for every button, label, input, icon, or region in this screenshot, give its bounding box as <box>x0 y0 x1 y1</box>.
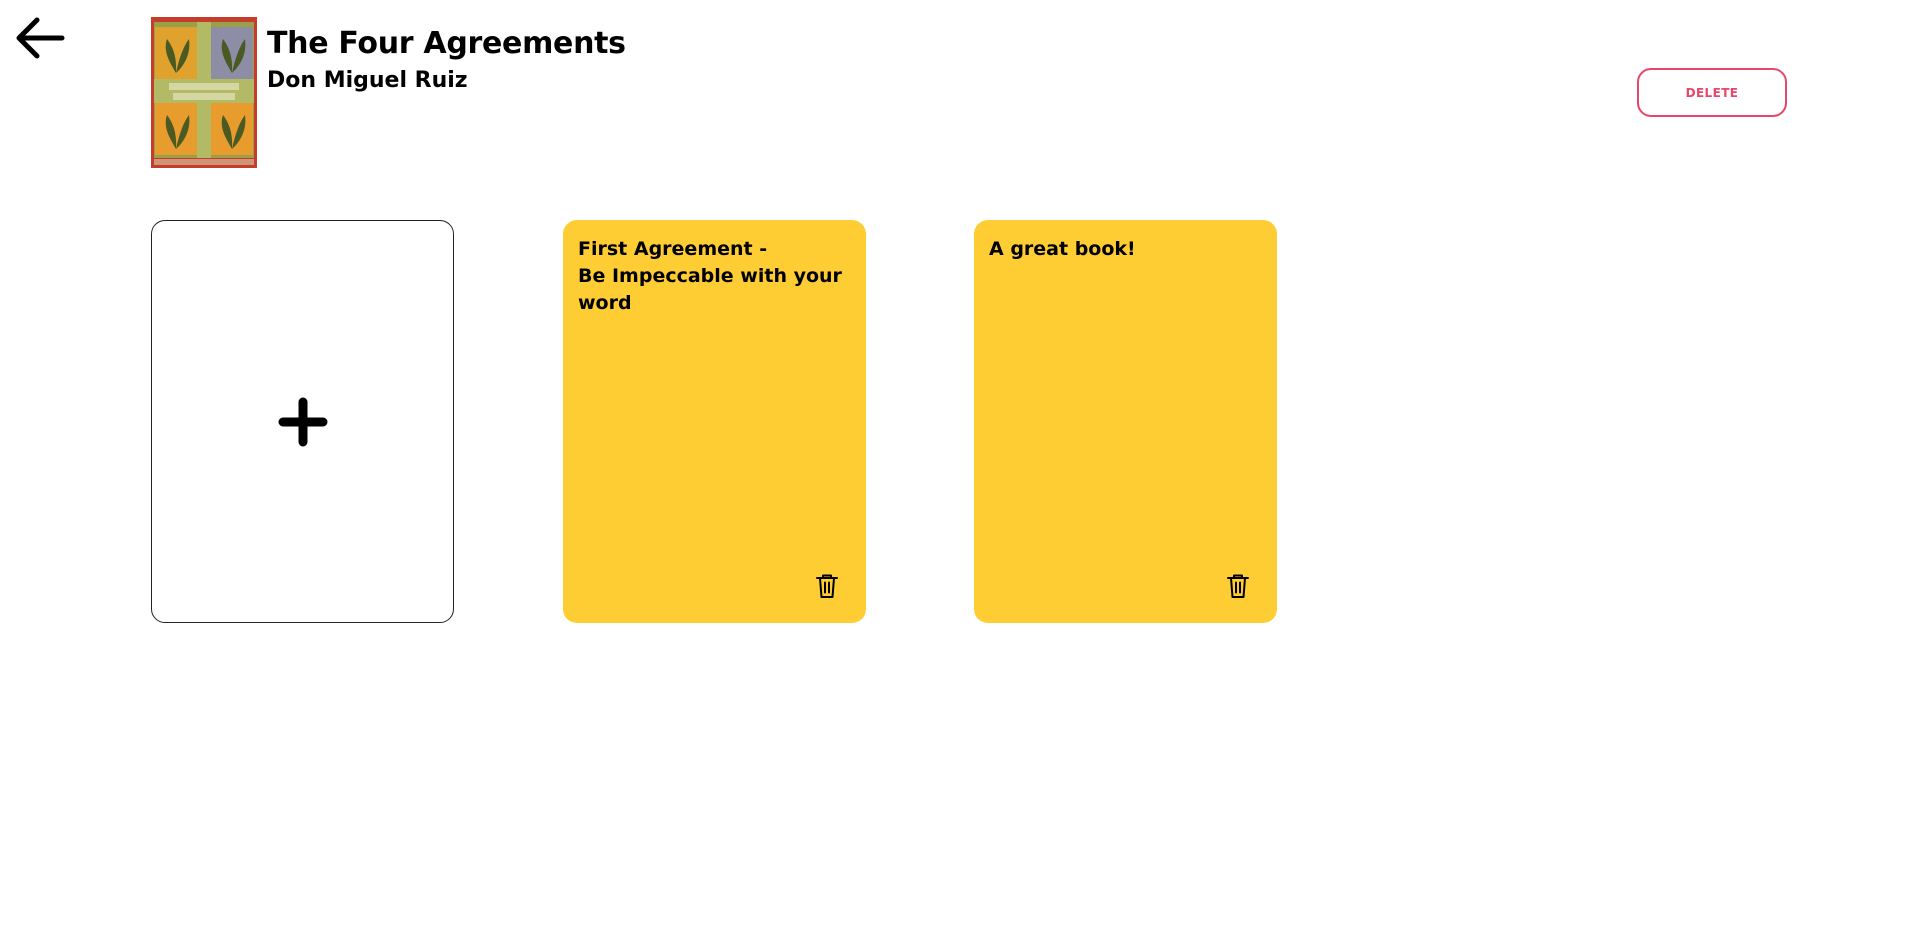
add-note-card[interactable] <box>151 220 454 623</box>
note-card[interactable]: First Agreement - Be Impeccable with you… <box>563 220 866 623</box>
note-card[interactable]: A great book! <box>974 220 1277 623</box>
delete-book-button[interactable]: DELETE <box>1637 68 1787 117</box>
note-text: A great book! <box>989 238 1136 260</box>
delete-note-button[interactable] <box>815 573 839 599</box>
delete-note-button[interactable] <box>1226 573 1250 599</box>
note-text: First Agreement - Be Impeccable with you… <box>578 238 842 314</box>
book-title: The Four Agreements <box>267 26 626 61</box>
book-cover-image <box>151 17 257 168</box>
back-button[interactable] <box>14 12 66 64</box>
plus-icon <box>278 397 327 446</box>
trash-icon <box>816 574 838 598</box>
book-author: Don Miguel Ruiz <box>267 68 468 93</box>
book-detail-page: The Four Agreements Don Miguel Ruiz DELE… <box>0 0 1916 925</box>
trash-icon <box>1227 574 1249 598</box>
arrow-left-icon <box>16 17 65 59</box>
book-cover <box>151 17 257 168</box>
